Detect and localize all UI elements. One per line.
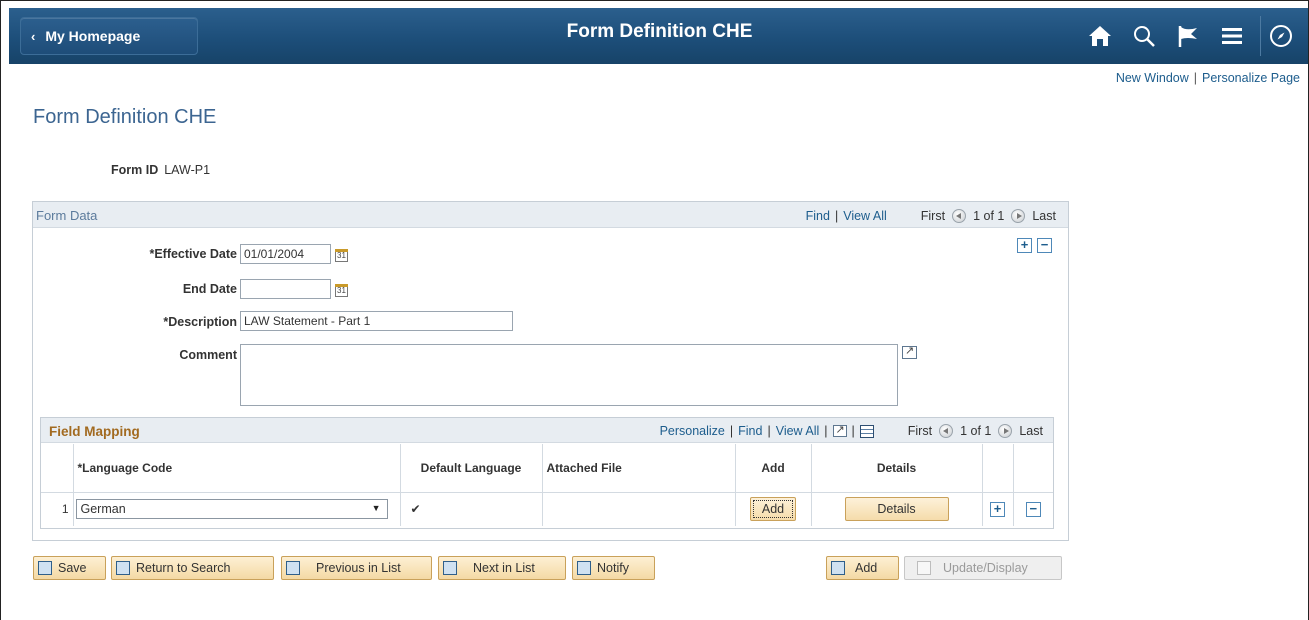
- navbar-compass-icon[interactable]: [1260, 16, 1300, 56]
- personalize-link[interactable]: Personalize: [660, 424, 725, 438]
- notify-label: Notify: [597, 561, 629, 575]
- previous-in-list-button[interactable]: Previous in List: [281, 556, 432, 580]
- column-header-default-language: Default Language: [400, 444, 543, 493]
- description-label: *Description: [163, 315, 237, 329]
- personalize-page-link[interactable]: Personalize Page: [1202, 71, 1300, 85]
- header-actions: [1078, 16, 1300, 56]
- download-spreadsheet-icon[interactable]: [859, 424, 874, 438]
- chevron-left-icon: ‹: [31, 28, 36, 44]
- attached-file-cell: [542, 492, 736, 526]
- form-data-first-label: First: [920, 209, 946, 223]
- notify-button[interactable]: Notify: [572, 556, 655, 580]
- home-icon[interactable]: [1078, 18, 1122, 54]
- return-to-search-label: Return to Search: [136, 561, 231, 575]
- link-separator: |: [1193, 71, 1198, 85]
- form-id-value: LAW-P1: [164, 163, 211, 177]
- column-header-details: Details: [811, 444, 983, 493]
- previous-row-icon[interactable]: [939, 424, 954, 438]
- delete-row-icon[interactable]: −: [1025, 501, 1041, 517]
- form-id-label: Form ID: [111, 163, 159, 177]
- form-data-last-label: Last: [1032, 209, 1056, 223]
- form-data-group: Form Data Find | View All First 1 of 1 Las…: [32, 201, 1069, 541]
- description-field[interactable]: LAW Statement - Part 1: [240, 311, 513, 331]
- add-row-icon[interactable]: +: [990, 501, 1005, 517]
- form-data-count: 1 of 1: [973, 209, 1005, 223]
- column-header-attached-file: Attached File: [542, 444, 736, 493]
- effective-date-label: *Effective Date: [149, 247, 237, 261]
- calendar-icon[interactable]: 31: [335, 249, 348, 262]
- update-display-icon: [917, 561, 931, 575]
- field-mapping-grid: Field Mapping Personalize | Find | View All |…: [40, 417, 1054, 529]
- end-date-field[interactable]: [240, 279, 331, 299]
- flag-icon[interactable]: [1166, 18, 1210, 54]
- update-display-label: Update/Display: [943, 561, 1028, 575]
- comment-label: Comment: [179, 348, 237, 362]
- field-mapping-table: *Language Code Default Language Attached…: [41, 444, 1053, 526]
- my-homepage-button[interactable]: ‹ My Homepage: [20, 17, 198, 55]
- default-language-checkbox[interactable]: ✔: [411, 503, 423, 515]
- details-button[interactable]: Details: [844, 497, 949, 522]
- table-header-row: *Language Code Default Language Attached…: [41, 444, 1053, 493]
- form-data-title: Form Data: [36, 208, 98, 223]
- form-id-display: Form ID LAW-P1: [111, 163, 210, 177]
- comment-textarea[interactable]: [240, 344, 898, 406]
- calendar-icon[interactable]: 31: [335, 284, 348, 297]
- field-mapping-find-link[interactable]: Find: [738, 424, 762, 438]
- add-page-icon: [831, 561, 845, 575]
- update-display-button[interactable]: Update/Display: [904, 556, 1062, 580]
- field-mapping-title: Field Mapping: [49, 424, 140, 439]
- new-window-link[interactable]: New Window: [1116, 71, 1189, 85]
- page-header-bar: ‹ My Homepage Form Definition CHE: [9, 8, 1309, 64]
- column-header-language-code: *Language Code: [73, 444, 401, 493]
- delete-row-icon[interactable]: −: [1037, 238, 1052, 253]
- zoom-grid-icon[interactable]: [832, 423, 847, 437]
- field-mapping-nav: Personalize|Find|View All| | First 1 of …: [660, 423, 1043, 438]
- field-mapping-view-all-link[interactable]: View All: [776, 424, 820, 438]
- app-window: ‹ My Homepage Form Definition CHE New Wi…: [0, 0, 1309, 620]
- form-data-find-link[interactable]: Find: [806, 209, 830, 223]
- add-attachment-button[interactable]: Add: [750, 497, 796, 522]
- save-button[interactable]: Save: [33, 556, 106, 580]
- next-in-list-label: Next in List: [473, 561, 535, 575]
- return-to-search-button[interactable]: Return to Search: [111, 556, 274, 580]
- notify-icon: [577, 561, 591, 575]
- menu-icon[interactable]: [1210, 18, 1254, 54]
- next-row-icon[interactable]: [1011, 209, 1026, 223]
- expand-comment-icon[interactable]: [902, 344, 917, 359]
- arrow-up-icon: [286, 561, 300, 575]
- save-icon: [38, 561, 52, 575]
- language-code-select[interactable]: German: [75, 499, 388, 520]
- end-date-label: End Date: [182, 282, 237, 296]
- add-row-icon[interactable]: +: [1017, 238, 1032, 253]
- row-number: 1: [41, 492, 74, 526]
- form-data-nav: Find | View All First 1 of 1 Last: [805, 209, 1056, 223]
- table-row: 1 German ✔ Add Details + −: [41, 492, 1053, 526]
- form-data-view-all-link[interactable]: View All: [843, 209, 887, 223]
- field-mapping-first-label: First: [907, 424, 933, 438]
- next-in-list-button[interactable]: Next in List: [438, 556, 566, 580]
- top-links: New Window | Personalize Page: [1116, 71, 1300, 85]
- add-label: Add: [855, 561, 878, 575]
- field-mapping-header: Field Mapping Personalize | Find | View All |…: [41, 418, 1053, 443]
- previous-row-icon[interactable]: [952, 209, 967, 223]
- search-icon[interactable]: [1122, 18, 1166, 54]
- arrow-down-icon: [443, 561, 457, 575]
- column-header-add: Add: [735, 444, 812, 493]
- next-row-icon[interactable]: [998, 424, 1013, 438]
- form-data-header: Form Data Find | View All First 1 of 1 Las…: [33, 202, 1068, 228]
- previous-in-list-label: Previous in List: [316, 561, 401, 575]
- add-button[interactable]: Add: [826, 556, 899, 580]
- search-icon: [116, 561, 130, 575]
- my-homepage-label: My Homepage: [45, 28, 141, 44]
- save-label: Save: [58, 561, 87, 575]
- field-mapping-last-label: Last: [1019, 424, 1043, 438]
- effective-date-field[interactable]: 01/01/2004: [240, 244, 331, 264]
- field-mapping-count: 1 of 1: [960, 424, 992, 438]
- page-title: Form Definition CHE: [33, 106, 217, 128]
